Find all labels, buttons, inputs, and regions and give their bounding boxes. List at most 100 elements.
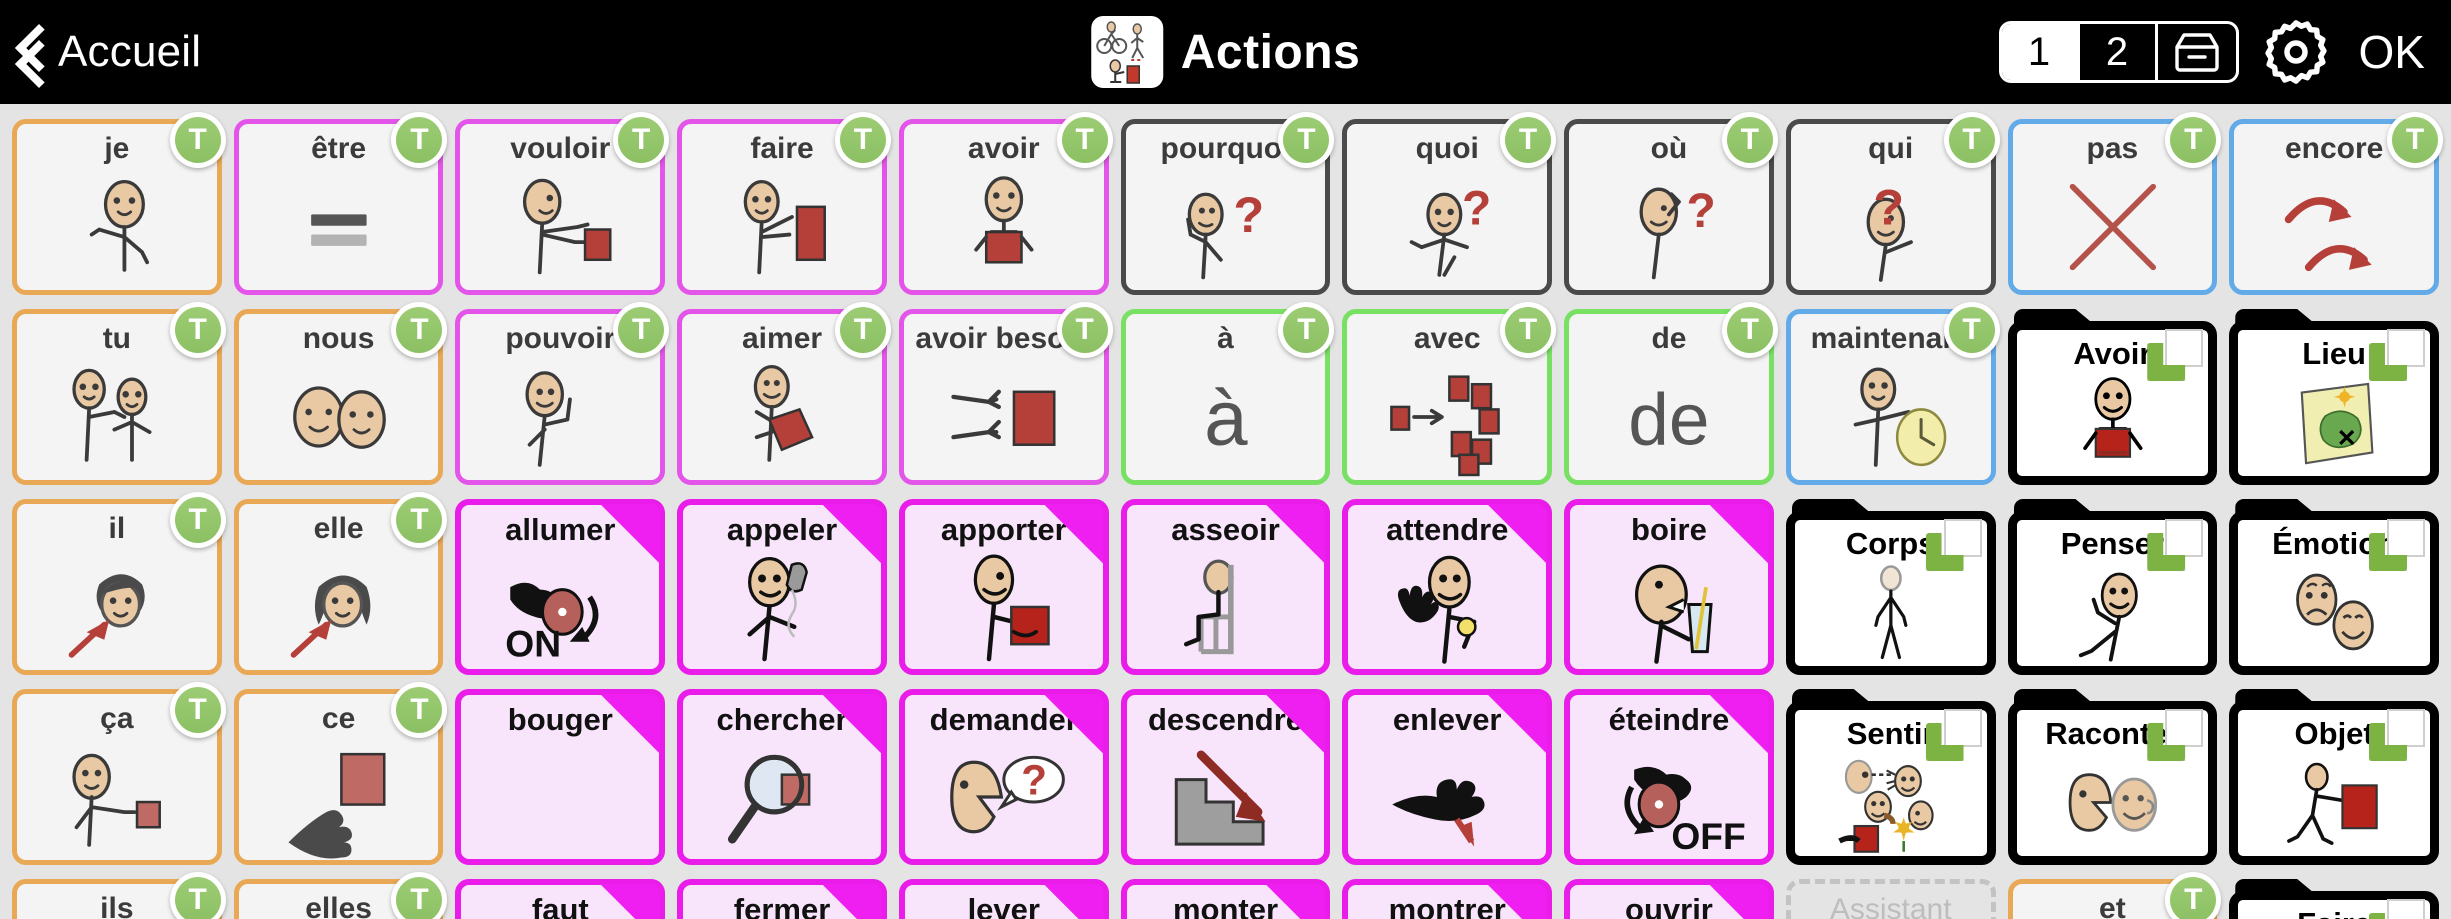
folder-badge-icon	[2147, 709, 2204, 761]
equals-bars-icon	[239, 164, 439, 290]
tray-button[interactable]	[2158, 24, 2236, 80]
grid-cell: chercher	[671, 682, 893, 872]
text-badge-icon: T	[613, 302, 670, 358]
grid-cell: Faire	[2223, 872, 2445, 919]
verb-tile-bouger[interactable]: bouger	[455, 689, 666, 865]
person-hugging-heart-icon	[682, 354, 882, 480]
hand-switch-on-icon: ON	[461, 545, 659, 669]
symbol-grid: je T être T vouloir T faire T avoir T po…	[0, 104, 2451, 919]
grid-cell: Avoir	[2002, 302, 2224, 492]
gear-icon[interactable]	[2261, 17, 2331, 87]
verb-tile-enlever[interactable]: enlever	[1342, 689, 1553, 865]
grid-cell: faire T	[671, 112, 893, 302]
text-badge-icon: T	[391, 682, 448, 738]
grid-cell: il T	[6, 492, 228, 682]
two-profile-faces-icon	[2017, 749, 2209, 856]
word-tile-de[interactable]: de de T	[1564, 302, 1778, 485]
word-tile-et[interactable]: et T	[2007, 872, 2222, 919]
grid-cell: lever	[893, 872, 1115, 919]
folder-tile-sentir[interactable]: Sentir	[1785, 689, 1996, 865]
person-holding-box-folder-icon	[2017, 369, 2209, 476]
word-tile-elle[interactable]: elle T	[233, 492, 448, 675]
person-flexing-icon	[460, 354, 660, 480]
empty-slot-assistant[interactable]: Assistant	[1785, 879, 1996, 919]
folder-tile-corps[interactable]: Corps	[1785, 499, 1996, 675]
folder-tile-faire[interactable]: Faire	[2229, 879, 2439, 919]
word-tile-qui[interactable]: qui ? T	[1785, 112, 2000, 295]
word-tile-avoir[interactable]: avoir T	[898, 112, 1113, 295]
word-tile-je[interactable]: je T	[12, 112, 226, 295]
folder-tile-objet[interactable]: Objet	[2229, 689, 2439, 865]
two-people-pointing-icon	[17, 354, 217, 480]
word-tile-tu[interactable]: tu T	[12, 302, 226, 485]
verb-tile-asseoir[interactable]: asseoir	[1120, 499, 1331, 675]
word-tile-ils[interactable]: ils T	[12, 872, 226, 919]
verb-tile-attendre[interactable]: attendre	[1342, 499, 1553, 675]
app-header: Accueil Actions 1 2 OK	[0, 0, 2451, 104]
verb-tile-chercher[interactable]: chercher	[677, 689, 887, 865]
verb-tile-apporter[interactable]: apporter	[898, 499, 1109, 675]
svg-text:OFF: OFF	[1671, 815, 1745, 857]
folder-tile-raconter[interactable]: Raconter	[2007, 689, 2218, 865]
svg-text:?: ?	[1021, 757, 1047, 804]
folder-tile-lieu[interactable]: Lieu	[2229, 309, 2439, 485]
text-a-grave-icon: à	[1126, 354, 1326, 480]
verb-tile-boire[interactable]: boire	[1564, 499, 1774, 675]
word-tile-elles[interactable]: elles T	[233, 872, 448, 919]
page-button-1[interactable]: 1	[2001, 24, 2080, 80]
word-tile-vouloir[interactable]: vouloir T	[455, 112, 670, 295]
folder-tile-penser[interactable]: Penser	[2007, 499, 2218, 675]
verb-tile-fermer[interactable]: fermer	[677, 879, 887, 919]
word-tile-avoir-besoin[interactable]: avoir besoin T	[898, 302, 1113, 485]
back-home-button[interactable]: Accueil	[14, 25, 201, 79]
verb-tile-eteindre[interactable]: éteindre OFF	[1564, 689, 1774, 865]
grid-cell: enlever	[1336, 682, 1558, 872]
word-tile-ca[interactable]: ça T	[12, 682, 226, 865]
word-tile-a[interactable]: à à T	[1120, 302, 1335, 485]
folder-tile-avoir[interactable]: Avoir	[2007, 309, 2218, 485]
word-tile-pouvoir[interactable]: pouvoir T	[455, 302, 670, 485]
header-actions: 1 2 OK	[1998, 17, 2431, 87]
person-question-icon: ?	[1791, 164, 1991, 290]
person-carrying-box-icon	[905, 545, 1103, 669]
grid-cell: ouvrir	[1558, 872, 1780, 919]
word-tile-avec[interactable]: avec T	[1342, 302, 1557, 485]
verb-tile-descendre[interactable]: descendre	[1120, 689, 1331, 865]
word-tile-etre[interactable]: être T	[233, 112, 448, 295]
stairs-down-arrow-icon	[1127, 735, 1325, 859]
word-tile-nous[interactable]: nous T	[233, 302, 448, 485]
word-tile-quoi[interactable]: quoi ? T	[1342, 112, 1557, 295]
verb-tile-monter[interactable]: monter	[1120, 879, 1331, 919]
word-tile-encore[interactable]: encore T	[2229, 112, 2443, 295]
verb-tile-allumer[interactable]: allumer ON	[455, 499, 666, 675]
verb-tile-appeler[interactable]: appeler	[677, 499, 887, 675]
ok-button[interactable]: OK	[2353, 25, 2431, 79]
folder-tile-emotion[interactable]: Émotion	[2229, 499, 2439, 675]
text-badge-icon: T	[169, 872, 226, 919]
grid-cell: demander ?	[893, 682, 1115, 872]
grid-cell: nous T	[228, 302, 450, 492]
word-tile-ou[interactable]: où ? T	[1564, 112, 1778, 295]
word-tile-ce[interactable]: ce T	[233, 682, 448, 865]
page-switcher[interactable]: 1 2	[1998, 21, 2239, 83]
grid-cell: de de T	[1558, 302, 1780, 492]
word-tile-faire[interactable]: faire T	[677, 112, 891, 295]
grid-cell: ils T	[6, 872, 228, 919]
word-tile-maintenant[interactable]: maintenant T	[1785, 302, 2000, 485]
word-tile-pourquoi[interactable]: pourquoi ? T	[1120, 112, 1335, 295]
text-badge-icon: T	[613, 112, 670, 168]
verb-tile-faut[interactable]: faut !	[455, 879, 666, 919]
verb-tile-demander[interactable]: demander ?	[898, 689, 1109, 865]
verb-tile-ouvrir[interactable]: ouvrir	[1564, 879, 1774, 919]
word-tile-pas[interactable]: pas T	[2007, 112, 2222, 295]
verb-tile-lever[interactable]: lever	[898, 879, 1109, 919]
grid-cell: Corps	[1780, 492, 2002, 682]
grid-cell: à à T	[1115, 302, 1337, 492]
empty-slot-label: Assistant	[1829, 893, 1952, 919]
word-tile-il[interactable]: il T	[12, 492, 226, 675]
grid-cell: attendre	[1336, 492, 1558, 682]
page-button-2[interactable]: 2	[2080, 24, 2158, 80]
text-badge-icon: T	[1500, 302, 1557, 358]
word-tile-aimer[interactable]: aimer T	[677, 302, 891, 485]
verb-tile-montrer[interactable]: montrer	[1342, 879, 1553, 919]
